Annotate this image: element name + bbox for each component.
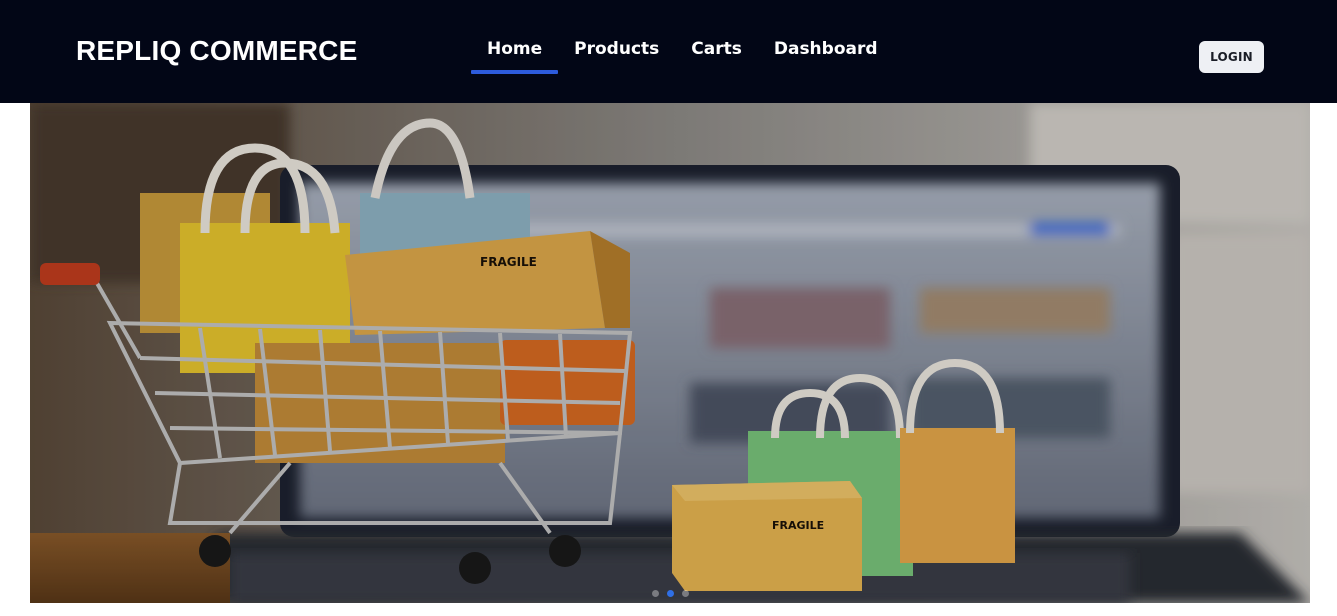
carousel-dot-1[interactable]: [651, 590, 659, 597]
nav-item-home[interactable]: Home: [471, 0, 559, 75]
main-nav: Home Products Carts Dashboard: [471, 0, 894, 103]
login-button[interactable]: LOGIN: [1199, 41, 1264, 73]
carousel-dot-3[interactable]: [681, 590, 689, 597]
carousel-indicators: [30, 590, 1310, 597]
top-navbar: REPLIQ COMMERCE Home Products Carts Dash…: [0, 0, 1337, 103]
nav-item-dashboard[interactable]: Dashboard: [758, 0, 894, 75]
shopping-cart-laptop-image: FRAGILE FRAGILE: [30, 103, 1310, 603]
carousel-dot-2[interactable]: [666, 590, 674, 597]
nav-item-carts[interactable]: Carts: [675, 0, 758, 75]
brand-logo[interactable]: REPLIQ COMMERCE: [76, 34, 357, 68]
hero-carousel[interactable]: FRAGILE FRAGILE: [30, 103, 1310, 603]
nav-item-products[interactable]: Products: [558, 0, 675, 75]
